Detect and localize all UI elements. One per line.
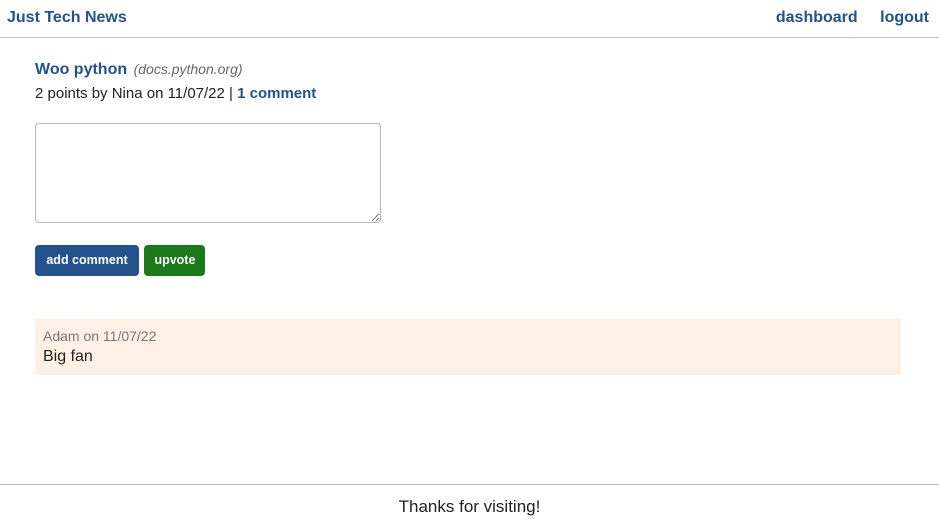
add-comment-button[interactable]: add comment	[35, 245, 139, 276]
comment-item: Adam on 11/07/22 Big fan	[35, 319, 901, 375]
dashboard-link[interactable]: dashboard	[776, 9, 858, 26]
comment-text: Big fan	[43, 348, 93, 365]
page: Just Tech News dashboard logout Woo pyth…	[0, 0, 939, 523]
comment-input[interactable]	[35, 123, 381, 223]
comment-meta: Adam on 11/07/22	[43, 328, 157, 344]
post-domain: (docs.python.org)	[133, 61, 243, 77]
post-details: Woo python (docs.python.org) 2 points by…	[35, 60, 901, 103]
comment-count-link[interactable]: 1 comment	[237, 85, 316, 102]
post-meta: 2 points by Nina on 11/07/22 | 1 comment	[35, 85, 901, 103]
top-nav: dashboard logout	[758, 9, 929, 27]
brand-link[interactable]: Just Tech News	[7, 9, 127, 27]
footer-text: Thanks for visiting!	[398, 497, 541, 516]
logout-link[interactable]: logout	[880, 9, 929, 26]
post-title-line: Woo python (docs.python.org)	[35, 60, 901, 79]
post-title-link[interactable]: Woo python	[35, 61, 127, 78]
site-header: Just Tech News dashboard logout	[0, 0, 939, 38]
post-meta-text: 2 points by Nina on 11/07/22 |	[35, 85, 233, 102]
upvote-button[interactable]: upvote	[144, 245, 206, 276]
comment-actions: add comment upvote	[35, 245, 206, 276]
site-footer: Thanks for visiting!	[0, 484, 939, 523]
